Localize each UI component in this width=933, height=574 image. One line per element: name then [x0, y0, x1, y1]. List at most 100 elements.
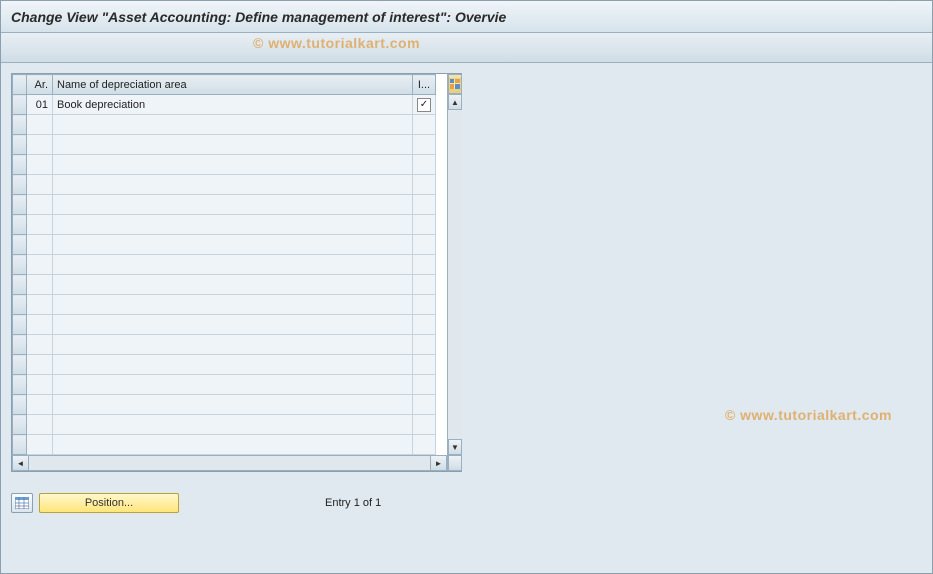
cell-name[interactable] — [53, 415, 413, 435]
row-selector[interactable] — [13, 255, 27, 275]
row-selector[interactable] — [13, 355, 27, 375]
row-selector[interactable] — [13, 295, 27, 315]
cell-name[interactable] — [53, 355, 413, 375]
checkbox-checked-icon[interactable]: ✓ — [417, 98, 431, 112]
cell-interest[interactable] — [413, 315, 436, 335]
cell-area[interactable] — [27, 395, 53, 415]
scroll-track[interactable] — [29, 456, 430, 470]
cell-area[interactable] — [27, 415, 53, 435]
row-selector[interactable] — [13, 215, 27, 235]
cell-interest[interactable] — [413, 335, 436, 355]
cell-area[interactable] — [27, 355, 53, 375]
row-selector[interactable] — [13, 395, 27, 415]
cell-interest[interactable] — [413, 255, 436, 275]
cell-name[interactable] — [53, 215, 413, 235]
table-row[interactable] — [13, 415, 436, 435]
cell-area[interactable] — [27, 315, 53, 335]
column-area[interactable]: Ar. — [27, 75, 53, 95]
table-row[interactable] — [13, 215, 436, 235]
cell-interest[interactable]: ✓ — [413, 95, 436, 115]
cell-interest[interactable] — [413, 375, 436, 395]
row-selector[interactable] — [13, 155, 27, 175]
table-row[interactable] — [13, 115, 436, 135]
table-row[interactable] — [13, 335, 436, 355]
table-row[interactable] — [13, 255, 436, 275]
scroll-down-button[interactable]: ▼ — [448, 439, 462, 455]
cell-name[interactable]: Book depreciation — [53, 95, 413, 115]
cell-name[interactable] — [53, 435, 413, 455]
cell-name[interactable] — [53, 275, 413, 295]
row-selector[interactable] — [13, 195, 27, 215]
table-row[interactable] — [13, 235, 436, 255]
cell-interest[interactable] — [413, 275, 436, 295]
table-row[interactable] — [13, 395, 436, 415]
row-selector[interactable] — [13, 415, 27, 435]
cell-interest[interactable] — [413, 295, 436, 315]
row-selector[interactable] — [13, 175, 27, 195]
scroll-track[interactable] — [448, 110, 462, 439]
cell-area[interactable]: 01 — [27, 95, 53, 115]
cell-interest[interactable] — [413, 215, 436, 235]
layout-button[interactable] — [11, 493, 33, 513]
cell-area[interactable] — [27, 375, 53, 395]
cell-area[interactable] — [27, 335, 53, 355]
table-row[interactable] — [13, 295, 436, 315]
row-selector[interactable] — [13, 235, 27, 255]
cell-interest[interactable] — [413, 435, 436, 455]
cell-name[interactable] — [53, 315, 413, 335]
cell-name[interactable] — [53, 255, 413, 275]
cell-name[interactable] — [53, 295, 413, 315]
column-interest[interactable]: I... — [413, 75, 436, 95]
table-row[interactable] — [13, 315, 436, 335]
table-config-button[interactable] — [448, 74, 462, 94]
row-selector[interactable] — [13, 335, 27, 355]
cell-interest[interactable] — [413, 235, 436, 255]
table-row[interactable] — [13, 275, 436, 295]
scroll-left-button[interactable]: ◄ — [13, 456, 29, 470]
scroll-right-button[interactable]: ► — [430, 456, 446, 470]
cell-interest[interactable] — [413, 155, 436, 175]
cell-area[interactable] — [27, 255, 53, 275]
cell-name[interactable] — [53, 135, 413, 155]
vertical-scrollbar[interactable]: ▲ ▼ — [447, 74, 462, 471]
row-selector[interactable] — [13, 375, 27, 395]
cell-area[interactable] — [27, 275, 53, 295]
table-row[interactable] — [13, 135, 436, 155]
row-selector[interactable] — [13, 315, 27, 335]
cell-interest[interactable] — [413, 415, 436, 435]
cell-name[interactable] — [53, 395, 413, 415]
cell-interest[interactable] — [413, 395, 436, 415]
cell-interest[interactable] — [413, 175, 436, 195]
cell-area[interactable] — [27, 195, 53, 215]
horizontal-scrollbar[interactable]: ◄ ► — [12, 455, 447, 471]
cell-interest[interactable] — [413, 355, 436, 375]
cell-name[interactable] — [53, 175, 413, 195]
cell-area[interactable] — [27, 295, 53, 315]
cell-area[interactable] — [27, 235, 53, 255]
cell-interest[interactable] — [413, 135, 436, 155]
cell-name[interactable] — [53, 155, 413, 175]
cell-area[interactable] — [27, 115, 53, 135]
cell-area[interactable] — [27, 215, 53, 235]
cell-interest[interactable] — [413, 115, 436, 135]
scroll-up-button[interactable]: ▲ — [448, 94, 462, 110]
cell-name[interactable] — [53, 195, 413, 215]
table-row[interactable] — [13, 435, 436, 455]
row-selector[interactable] — [13, 435, 27, 455]
cell-name[interactable] — [53, 235, 413, 255]
table-row[interactable] — [13, 375, 436, 395]
cell-interest[interactable] — [413, 195, 436, 215]
cell-area[interactable] — [27, 175, 53, 195]
table-row[interactable] — [13, 355, 436, 375]
cell-area[interactable] — [27, 155, 53, 175]
table-row[interactable]: 01Book depreciation ✓ — [13, 95, 436, 115]
cell-name[interactable] — [53, 335, 413, 355]
table-row[interactable] — [13, 175, 436, 195]
row-selector[interactable] — [13, 275, 27, 295]
cell-area[interactable] — [27, 435, 53, 455]
row-selector[interactable] — [13, 95, 27, 115]
cell-name[interactable] — [53, 115, 413, 135]
row-selector[interactable] — [13, 135, 27, 155]
cell-area[interactable] — [27, 135, 53, 155]
column-selector[interactable] — [13, 75, 27, 95]
